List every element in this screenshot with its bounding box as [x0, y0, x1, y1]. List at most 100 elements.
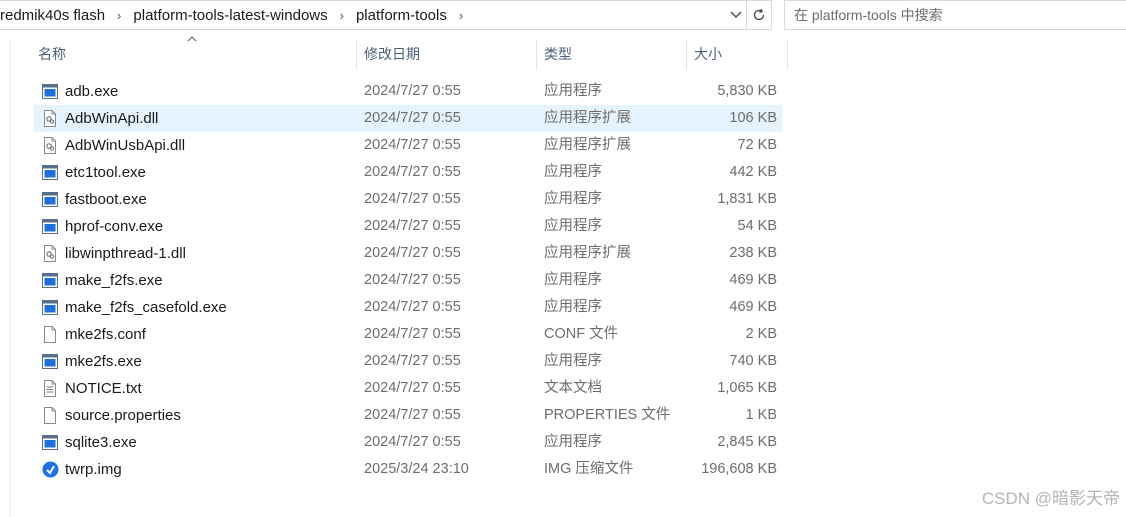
file-date: 2024/7/27 0:55 — [364, 380, 461, 396]
chevron-right-icon[interactable]: › — [334, 8, 350, 23]
column-header-label: 名称 — [38, 46, 66, 62]
file-size: 442 KB — [729, 164, 777, 180]
file-type: 文本文档 — [544, 380, 602, 396]
file-name: AdbWinApi.dll — [65, 110, 159, 127]
application-icon — [42, 191, 58, 208]
file-name: mke2fs.conf — [65, 326, 146, 343]
file-row[interactable]: make_f2fs.exe 2024/7/27 0:55 应用程序 469 KB — [34, 267, 782, 294]
application-icon — [42, 272, 58, 289]
file-name: source.properties — [65, 407, 181, 424]
column-header-label: 修改日期 — [364, 46, 420, 62]
file-date: 2024/7/27 0:55 — [364, 299, 461, 315]
text-file-icon — [42, 380, 58, 397]
file-type: PROPERTIES 文件 — [544, 407, 671, 423]
file-size: 238 KB — [729, 245, 777, 261]
column-header-name[interactable]: 名称 — [10, 38, 357, 70]
file-size: 5,830 KB — [717, 83, 777, 99]
file-type: IMG 压缩文件 — [544, 461, 634, 477]
dll-file-icon — [42, 137, 58, 154]
file-type: 应用程序扩展 — [544, 137, 631, 153]
file-size: 1,065 KB — [717, 380, 777, 396]
file-size: 72 KB — [737, 137, 778, 153]
file-type: 应用程序 — [544, 434, 602, 450]
file-date: 2024/7/27 0:55 — [364, 137, 461, 153]
file-size: 1 KB — [745, 407, 777, 423]
column-header-label: 类型 — [544, 46, 572, 62]
file-row[interactable]: twrp.img 2025/3/24 23:10 IMG 压缩文件 196,608 K… — [34, 456, 782, 483]
file-size: 54 KB — [737, 218, 778, 234]
file-type: 应用程序扩展 — [544, 110, 631, 126]
file-name: AdbWinUsbApi.dll — [65, 137, 186, 154]
file-name: mke2fs.exe — [65, 353, 142, 370]
file-date: 2024/7/27 0:55 — [364, 83, 461, 99]
file-size: 469 KB — [729, 299, 777, 315]
file-row[interactable]: hprof-conv.exe 2024/7/27 0:55 应用程序 54 KB — [34, 213, 782, 240]
blank-file-icon — [42, 326, 58, 343]
file-type: CONF 文件 — [544, 326, 619, 342]
file-row[interactable]: AdbWinApi.dll 2024/7/27 0:55 应用程序扩展 106 KB — [34, 105, 782, 132]
file-name: NOTICE.txt — [65, 380, 142, 397]
file-name: hprof-conv.exe — [65, 218, 164, 235]
application-icon — [42, 218, 58, 235]
file-row[interactable]: fastboot.exe 2024/7/27 0:55 应用程序 1,831 KB — [34, 186, 782, 213]
column-header-size[interactable]: 大小 — [687, 38, 788, 70]
file-type: 应用程序扩展 — [544, 245, 631, 261]
file-type: 应用程序 — [544, 191, 602, 207]
file-name: libwinpthread-1.dll — [65, 245, 186, 262]
file-row[interactable]: etc1tool.exe 2024/7/27 0:55 应用程序 442 KB — [34, 159, 782, 186]
breadcrumb-item[interactable]: platform-tools-latest-windows — [127, 7, 333, 24]
file-row[interactable]: AdbWinUsbApi.dll 2024/7/27 0:55 应用程序扩展 72 K… — [34, 132, 782, 159]
file-row[interactable]: NOTICE.txt 2024/7/27 0:55 文本文档 1,065 KB — [34, 375, 782, 402]
file-date: 2024/7/27 0:55 — [364, 245, 461, 261]
chevron-down-icon[interactable] — [727, 6, 745, 24]
file-size: 196,608 KB — [701, 461, 777, 477]
search-placeholder: 在 platform-tools 中搜索 — [794, 7, 943, 23]
file-name: make_f2fs_casefold.exe — [65, 299, 227, 316]
application-icon — [42, 83, 58, 100]
file-row[interactable]: make_f2fs_casefold.exe 2024/7/27 0:55 应用程序… — [34, 294, 782, 321]
file-type: 应用程序 — [544, 218, 602, 234]
watermark: CSDN @暗影天帝 — [981, 489, 1120, 508]
file-row[interactable]: mke2fs.conf 2024/7/27 0:55 CONF 文件 2 KB — [34, 321, 782, 348]
navigation-pane-edge — [0, 38, 11, 517]
application-icon — [42, 434, 58, 451]
file-date: 2024/7/27 0:55 — [364, 407, 461, 423]
file-row[interactable]: mke2fs.exe 2024/7/27 0:55 应用程序 740 KB — [34, 348, 782, 375]
file-type: 应用程序 — [544, 299, 602, 315]
file-size: 1,831 KB — [717, 191, 777, 207]
file-row[interactable]: libwinpthread-1.dll 2024/7/27 0:55 应用程序扩展 2… — [34, 240, 782, 267]
file-type: 应用程序 — [544, 164, 602, 180]
address-bar[interactable]: redmik40s flash › platform-tools-latest-… — [0, 0, 772, 30]
file-name: twrp.img — [65, 461, 122, 478]
file-size: 106 KB — [729, 110, 777, 126]
file-date: 2024/7/27 0:55 — [364, 434, 461, 450]
file-name: fastboot.exe — [65, 191, 147, 208]
file-date: 2024/7/27 0:55 — [364, 353, 461, 369]
file-size: 2 KB — [745, 326, 777, 342]
column-header-label: 大小 — [694, 46, 722, 62]
file-date: 2024/7/27 0:55 — [364, 272, 461, 288]
file-type: 应用程序 — [544, 272, 602, 288]
dll-file-icon — [42, 245, 58, 262]
column-header-date[interactable]: 修改日期 — [357, 38, 537, 70]
file-date: 2025/3/24 23:10 — [364, 461, 469, 477]
breadcrumb-item[interactable]: platform-tools — [350, 7, 453, 24]
chevron-right-icon[interactable]: › — [111, 8, 127, 23]
file-size: 740 KB — [729, 353, 777, 369]
file-name: adb.exe — [65, 83, 119, 100]
chevron-right-icon[interactable]: › — [453, 8, 469, 23]
file-row[interactable]: sqlite3.exe 2024/7/27 0:55 应用程序 2,845 KB — [34, 429, 782, 456]
file-date: 2024/7/27 0:55 — [364, 218, 461, 234]
breadcrumb-item[interactable]: redmik40s flash — [0, 7, 111, 24]
file-name: sqlite3.exe — [65, 434, 137, 451]
search-input[interactable]: 在 platform-tools 中搜索 — [784, 0, 1126, 30]
column-header-type[interactable]: 类型 — [537, 38, 687, 70]
file-row[interactable]: source.properties 2024/7/27 0:55 PROPERTIE… — [34, 402, 782, 429]
application-icon — [42, 353, 58, 370]
file-date: 2024/7/27 0:55 — [364, 164, 461, 180]
application-icon — [42, 164, 58, 181]
application-icon — [42, 299, 58, 316]
refresh-icon[interactable] — [746, 1, 771, 29]
file-row[interactable]: adb.exe 2024/7/27 0:55 应用程序 5,830 KB — [34, 78, 782, 105]
disc-image-icon — [42, 461, 59, 478]
